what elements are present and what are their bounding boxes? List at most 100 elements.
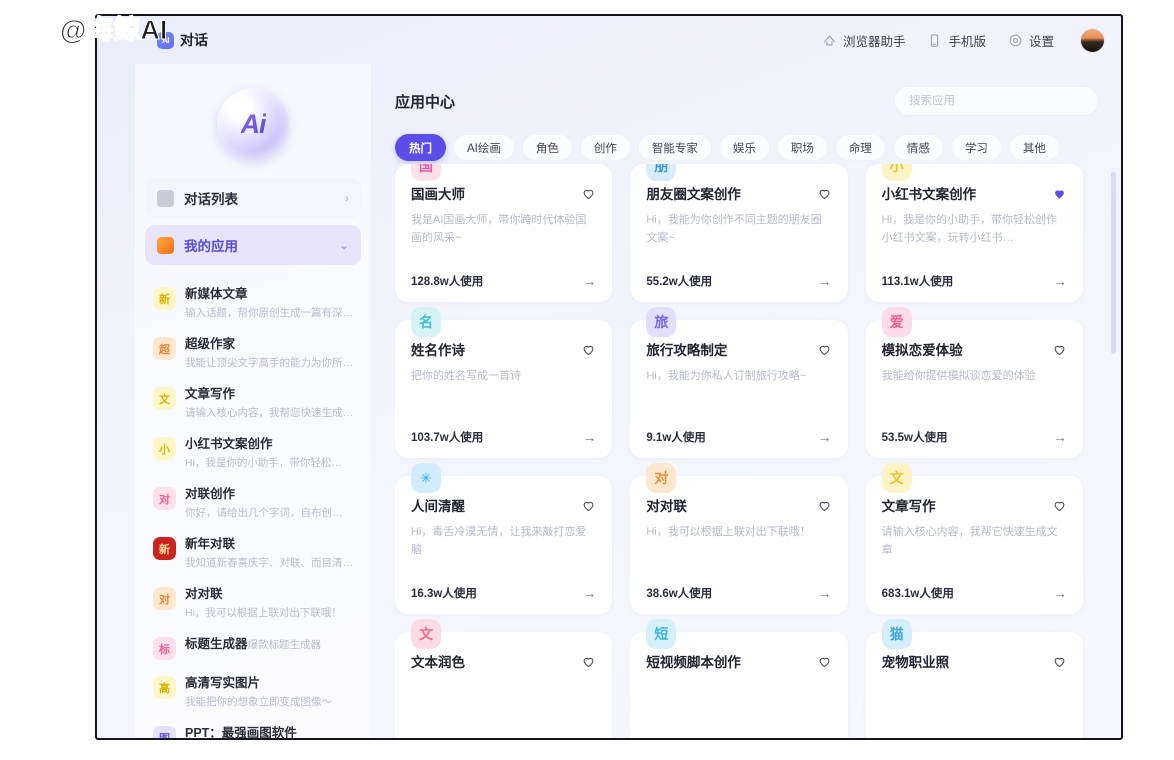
sidebar-app-item[interactable]: 新新媒体文章输入话题，帮你原创生成一篇有深… bbox=[135, 278, 371, 328]
tab-学习[interactable]: 学习 bbox=[950, 134, 1002, 161]
app-card[interactable]: 名姓名作诗 把你的姓名写成一首诗 103.7w人使用 → bbox=[395, 307, 613, 458]
tab-智能专家[interactable]: 智能专家 bbox=[637, 134, 712, 161]
app-card-badge-icon: 旅 bbox=[646, 307, 677, 337]
sidebar-app-item[interactable]: 文文章写作请输入核心内容，我帮您快速生成… bbox=[135, 378, 371, 428]
avatar[interactable] bbox=[1080, 27, 1105, 53]
app-card[interactable]: ✳ 人间清醒 Hi，毒舌冷漠无情，让我来敲打恋爱脑 16.3w人使用 → bbox=[395, 463, 613, 614]
tab-其他[interactable]: 其他 bbox=[1008, 134, 1060, 161]
sidebar: Ai 对话列表 › 我的应用 ⌄ 新新媒体文章输入话题，帮你原创生成一篇有深… 超… bbox=[135, 64, 371, 738]
arrow-right-icon[interactable]: → bbox=[582, 585, 596, 601]
sidebar-app-item[interactable]: 对对联创作你好，请给出几个字词，自布创… bbox=[135, 478, 371, 528]
sidebar-app-item[interactable]: 图 PPT：最强画图软件gpt4：当你需要专业的幻灯片内… bbox=[135, 717, 371, 738]
app-card-header: 文章写作 bbox=[882, 498, 1067, 516]
tab-创作[interactable]: 创作 bbox=[579, 134, 631, 161]
app-card[interactable]: 文文本润色 → bbox=[395, 619, 613, 738]
tab-娱乐[interactable]: 娱乐 bbox=[718, 134, 770, 161]
sidebar-app-badge-icon: 高 bbox=[153, 676, 176, 699]
arrow-right-icon[interactable]: → bbox=[1053, 429, 1067, 445]
app-card-footer: 103.7w人使用 → bbox=[411, 417, 596, 445]
app-card[interactable]: 旅旅行攻略制定 Hi，我能为你私人订制旅行攻略~ 9.1w人使用 → bbox=[630, 307, 848, 458]
app-card-footer: 128.8w人使用 → bbox=[411, 261, 596, 289]
app-card-header: 模拟恋爱体验 bbox=[882, 342, 1067, 360]
search-box[interactable] bbox=[894, 86, 1099, 116]
app-card-header: 人间清醒 bbox=[411, 498, 596, 516]
scrollbar-thumb[interactable] bbox=[1111, 172, 1116, 354]
arrow-right-icon[interactable]: → bbox=[582, 429, 596, 445]
sidebar-app-item[interactable]: 小小红书文案创作 Hi，我是你的小助手，带你轻松… bbox=[135, 428, 371, 478]
sidebar-app-item[interactable]: 对对对联 Hi，我可以根据上联对出下联哦！ bbox=[135, 578, 371, 628]
sidebar-app-text: 对联创作你好，请给出几个字词，自布创… bbox=[185, 485, 357, 521]
app-card[interactable]: 文文章写作请输入核心内容，我帮它快速生成文章 683.1w人使用 → bbox=[865, 463, 1083, 614]
arrow-right-icon[interactable]: → bbox=[582, 273, 596, 289]
sidebar-app-item[interactable]: 高高清写实图片我能把你的想象立即变成图像～ bbox=[135, 667, 371, 717]
heart-icon[interactable] bbox=[581, 498, 596, 513]
heart-icon[interactable] bbox=[817, 186, 832, 201]
sidebar-app-badge-icon: 图 bbox=[153, 726, 176, 738]
tab-命理[interactable]: 命理 bbox=[834, 134, 886, 161]
browser-assistant-button[interactable]: 浏览器助手 bbox=[822, 31, 905, 50]
tab-职场[interactable]: 职场 bbox=[776, 134, 828, 161]
app-card[interactable]: 爱模拟恋爱体验 我能给你提供模拟谈恋爱的体验 53.5w人使用 → bbox=[865, 307, 1083, 458]
tab-角色[interactable]: 角色 bbox=[521, 134, 573, 161]
tab-情感[interactable]: 情感 bbox=[892, 134, 944, 161]
category-tabs[interactable]: 热门 AI绘画 角色 创作 智能专家 娱乐 职场 命理 情感 学习 其他 bbox=[395, 134, 1099, 161]
app-card-desc: 请输入核心内容，我帮它快速生成文章 bbox=[881, 526, 1058, 556]
sidebar-app-item[interactable]: 新新年对联我知道新春喜庆字、对联、而目清… bbox=[135, 528, 371, 578]
mobile-version-button[interactable]: 手机版 bbox=[927, 31, 986, 50]
sidebar-item-my-apps[interactable]: 我的应用 ⌄ bbox=[145, 225, 361, 265]
tab-AI绘画[interactable]: AI绘画 bbox=[453, 134, 515, 161]
app-card-badge-icon: 文 bbox=[881, 463, 912, 493]
tab-热门[interactable]: 热门 bbox=[395, 134, 446, 161]
sidebar-app-item[interactable]: 标标题生成器爆款标题生成器 bbox=[135, 628, 371, 667]
arrow-right-icon[interactable]: → bbox=[1053, 585, 1067, 601]
heart-icon[interactable] bbox=[581, 186, 596, 201]
sidebar-app-desc: 请输入核心内容，我帮您快速生成… bbox=[185, 407, 353, 419]
app-card-footer: → bbox=[411, 729, 596, 738]
heart-icon[interactable] bbox=[1052, 654, 1067, 669]
search-input[interactable] bbox=[909, 95, 1084, 107]
app-card-title: 小红书文案创作 bbox=[881, 187, 977, 202]
app-card[interactable]: 小小红书文案创作 Hi，我是你的小助手，带你轻松创作小红书文案，玩转小红书… 113… bbox=[865, 164, 1083, 302]
app-card-desc: 把你的姓名写成一首诗 bbox=[411, 370, 521, 382]
heart-icon[interactable] bbox=[581, 654, 596, 669]
heart-icon[interactable] bbox=[817, 498, 832, 513]
sidebar-app-desc: 我能把你的想象立即变成图像～ bbox=[185, 696, 332, 708]
sidebar-app-badge-icon: 对 bbox=[153, 587, 176, 610]
app-card[interactable]: 猫宠物职业照 → bbox=[865, 619, 1083, 738]
sidebar-app-title: 对对联 bbox=[185, 587, 223, 601]
heart-filled-icon[interactable] bbox=[1052, 186, 1067, 201]
arrow-right-icon[interactable]: → bbox=[818, 273, 832, 289]
sidebar-app-desc: Hi，我可以根据上联对出下联哦！ bbox=[185, 607, 342, 619]
arrow-right-icon[interactable]: → bbox=[818, 429, 832, 445]
app-card[interactable]: 对对对联 Hi，我可以根据上联对出下联哦！ 38.6w人使用 → bbox=[630, 463, 848, 614]
app-card-header: 姓名作诗 bbox=[411, 342, 596, 360]
brand-logo-icon: AI bbox=[157, 31, 174, 49]
chevron-right-icon: › bbox=[345, 191, 349, 205]
sidebar-logo: Ai bbox=[135, 70, 371, 178]
settings-button[interactable]: 设置 bbox=[1008, 31, 1054, 50]
app-card-desc: 我是AI国画大师，带你跨时代体验国画的风采~ bbox=[411, 214, 587, 244]
app-card[interactable]: 国国画大师 我是AI国画大师，带你跨时代体验国画的风采~ 128.8w人使用 → bbox=[395, 164, 613, 302]
my-apps-icon bbox=[157, 236, 174, 254]
content-scrollbar[interactable] bbox=[1111, 164, 1116, 722]
heart-icon[interactable] bbox=[817, 654, 832, 669]
app-card-footer: → bbox=[646, 729, 831, 738]
arrow-right-icon[interactable]: → bbox=[1053, 273, 1067, 289]
app-card-title: 朋友圈文案创作 bbox=[646, 187, 741, 202]
app-card-footer: → bbox=[882, 729, 1067, 738]
sidebar-item-chat-list[interactable]: 对话列表 › bbox=[145, 178, 361, 218]
sidebar-app-item[interactable]: 超超级作家我能让顶尖文字高手的能力为你所… bbox=[135, 328, 371, 378]
sidebar-app-title: 新媒体文章 bbox=[185, 287, 248, 301]
arrow-right-icon[interactable]: → bbox=[818, 585, 832, 601]
app-card-footer: 683.1w人使用 → bbox=[882, 573, 1067, 601]
app-card[interactable]: 朋朋友圈文案创作 Hi，我能为你创作不同主题的朋友圈文案~ 55.2w人使用 → bbox=[630, 164, 848, 302]
heart-icon[interactable] bbox=[581, 342, 596, 357]
sidebar-app-list[interactable]: 新新媒体文章输入话题，帮你原创生成一篇有深… 超超级作家我能让顶尖文字高手的能力为… bbox=[135, 272, 371, 738]
sidebar-app-title: 新年对联 bbox=[185, 537, 236, 551]
sidebar-app-badge-icon: 对 bbox=[153, 487, 176, 510]
sidebar-app-title: 高清写实图片 bbox=[185, 676, 261, 690]
heart-icon[interactable] bbox=[817, 342, 832, 357]
heart-icon[interactable] bbox=[1052, 342, 1067, 357]
heart-icon[interactable] bbox=[1052, 498, 1067, 513]
app-card[interactable]: 短短视频脚本创作 → bbox=[630, 619, 848, 738]
